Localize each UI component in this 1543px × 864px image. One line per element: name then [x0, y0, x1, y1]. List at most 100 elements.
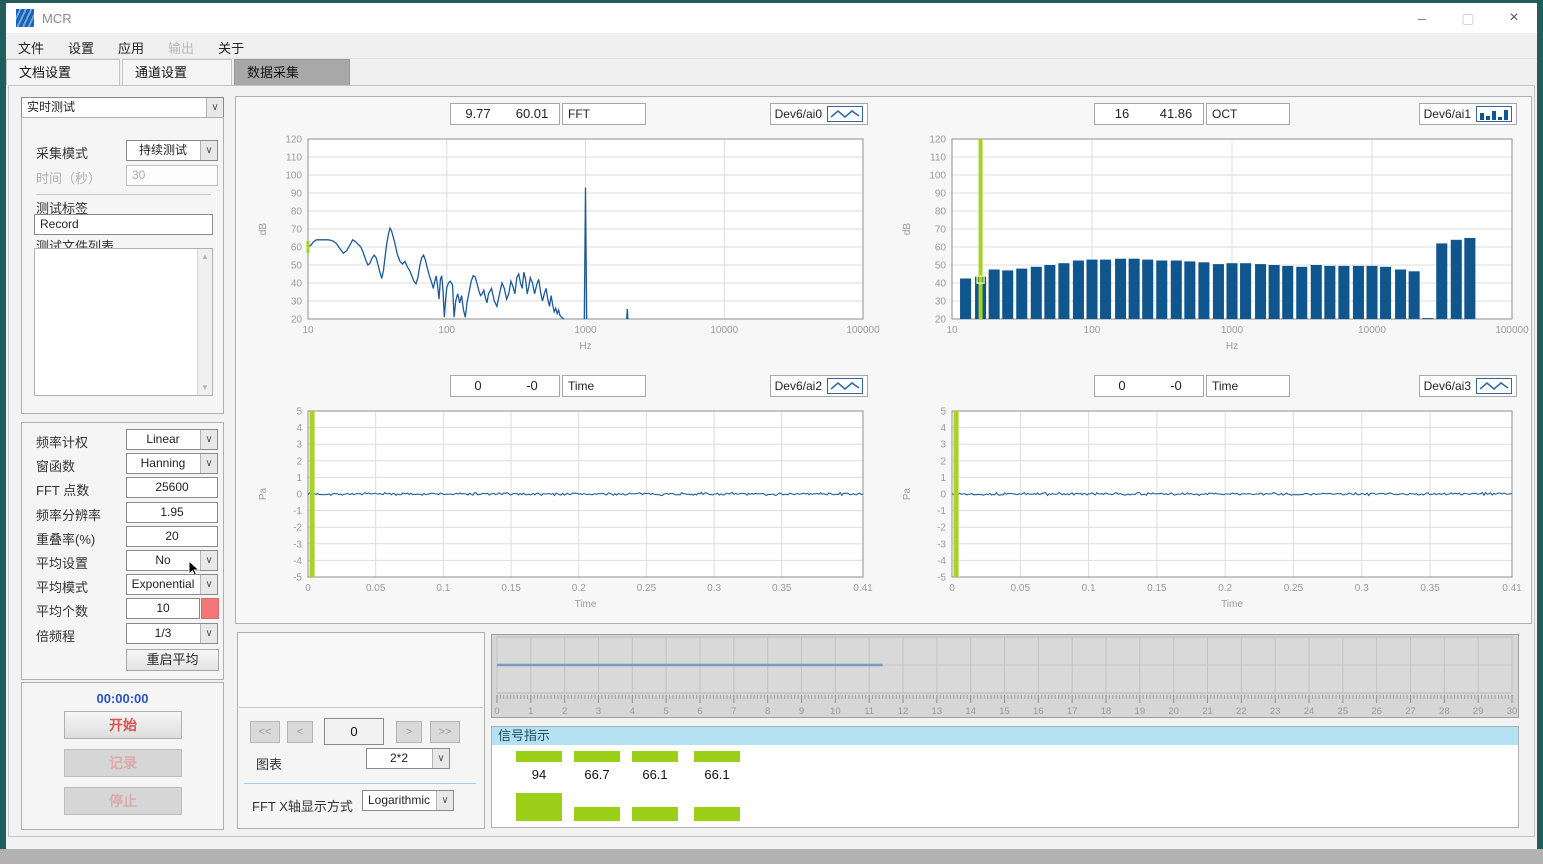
svg-text:14: 14: [965, 706, 976, 717]
signal-level-bar: [694, 751, 740, 762]
svg-text:dB: dB: [258, 223, 269, 236]
window-bottom-edge: [0, 849, 1543, 864]
tab-2[interactable]: 通道设置: [122, 59, 232, 85]
chart-plot[interactable]: 2030405060708090100110120101001000100001…: [884, 129, 1529, 369]
svg-text:2: 2: [940, 456, 946, 467]
test-file-list[interactable]: ▲ ▼: [34, 248, 213, 396]
svg-text:110: 110: [930, 153, 946, 164]
test-label-input[interactable]: Record: [34, 214, 213, 235]
svg-text:0: 0: [940, 490, 946, 501]
chevron-down-icon[interactable]: ∨: [432, 749, 449, 768]
param-input[interactable]: 1.95: [126, 502, 218, 523]
menu-item[interactable]: 应用: [106, 33, 156, 62]
svg-text:11: 11: [864, 706, 874, 717]
record-timeline[interactable]: 0123456789101112131415161718192021222324…: [491, 634, 1519, 718]
svg-text:90: 90: [935, 189, 947, 200]
chevron-down-icon[interactable]: ∨: [200, 575, 217, 594]
nav-prev-button[interactable]: <: [287, 721, 313, 743]
param-select[interactable]: 1/3∨: [126, 623, 218, 644]
warning-flag: [201, 598, 219, 619]
param-select[interactable]: Linear∨: [126, 429, 218, 450]
svg-text:3: 3: [940, 440, 946, 451]
chart-plot[interactable]: 2030405060708090100110120101001000100001…: [240, 129, 880, 369]
svg-text:dB: dB: [902, 223, 913, 236]
svg-text:-4: -4: [293, 556, 302, 567]
chevron-down-icon[interactable]: ∨: [206, 98, 223, 117]
start-button[interactable]: 开始: [64, 711, 182, 739]
scroll-down-icon[interactable]: ▼: [198, 380, 212, 395]
record-button[interactable]: 记录: [64, 749, 182, 777]
measure-mode-select[interactable]: 实时测试 ∨: [21, 97, 224, 118]
svg-text:15: 15: [999, 706, 1010, 717]
elapsed-timer: 00:00:00: [22, 691, 223, 706]
svg-text:4: 4: [630, 706, 635, 717]
signal-indicator-title: 信号指示: [492, 727, 1518, 745]
chevron-down-icon[interactable]: ∨: [200, 624, 217, 643]
restart-average-button[interactable]: 重启平均: [126, 649, 219, 671]
param-select[interactable]: Exponential∨: [126, 574, 218, 595]
signal-level-bar: [516, 751, 562, 762]
svg-text:70: 70: [935, 225, 947, 236]
svg-text:10000: 10000: [1358, 325, 1386, 336]
svg-text:19: 19: [1135, 706, 1146, 717]
chart-layout-select[interactable]: 2*2 ∨: [366, 748, 450, 769]
divider: [36, 194, 211, 195]
param-label: 频率分辨率: [36, 505, 101, 524]
minimize-button[interactable]: –: [1399, 3, 1445, 33]
svg-text:1000: 1000: [1221, 325, 1244, 336]
param-input[interactable]: 25600: [126, 477, 218, 498]
svg-text:0.35: 0.35: [772, 583, 792, 594]
svg-text:60: 60: [291, 243, 303, 254]
nav-last-button[interactable]: >>: [430, 721, 460, 743]
svg-text:21: 21: [1202, 706, 1213, 717]
channel-box[interactable]: Dev6/ai2: [770, 375, 868, 397]
nav-first-button[interactable]: <<: [250, 721, 280, 743]
channel-box[interactable]: Dev6/ai3: [1419, 375, 1517, 397]
tab-3[interactable]: 数据采集: [234, 59, 350, 85]
chevron-down-icon[interactable]: ∨: [200, 430, 217, 449]
chart-plot[interactable]: -5-4-3-2-101234500.050.10.150.20.250.30.…: [884, 401, 1529, 621]
svg-text:0.05: 0.05: [1011, 583, 1031, 594]
param-input[interactable]: 10: [126, 598, 200, 619]
menu-item[interactable]: 设置: [56, 33, 106, 62]
param-input[interactable]: 20: [126, 526, 218, 547]
time-seconds-input[interactable]: 30: [126, 165, 218, 186]
channel-box[interactable]: Dev6/ai0: [770, 103, 868, 125]
scroll-up-icon[interactable]: ▲: [198, 249, 212, 264]
fft-xaxis-select[interactable]: Logarithmic ∨: [362, 790, 454, 811]
svg-text:0.41: 0.41: [853, 583, 873, 594]
line-chart-icon: [827, 378, 863, 394]
svg-text:1: 1: [528, 706, 533, 717]
svg-text:25: 25: [1338, 706, 1349, 717]
chevron-down-icon[interactable]: ∨: [200, 454, 217, 473]
menu-item: 输出: [156, 33, 206, 62]
param-select[interactable]: Hanning∨: [126, 453, 218, 474]
svg-text:1: 1: [296, 473, 302, 484]
svg-text:30: 30: [1507, 706, 1518, 717]
nav-index-field[interactable]: 0: [324, 718, 384, 745]
acq-mode-select[interactable]: 持续测试 ∨: [126, 140, 218, 161]
menu-item[interactable]: 文件: [6, 33, 56, 62]
close-button[interactable]: ×: [1491, 3, 1537, 33]
chart-plot[interactable]: -5-4-3-2-101234500.050.10.150.20.250.30.…: [240, 401, 880, 621]
stop-button[interactable]: 停止: [64, 787, 182, 815]
tab-1[interactable]: 文档设置: [6, 59, 120, 85]
chevron-down-icon[interactable]: ∨: [200, 551, 217, 570]
channel-box[interactable]: Dev6/ai1: [1419, 103, 1517, 125]
svg-text:50: 50: [935, 261, 947, 272]
svg-text:0.25: 0.25: [637, 583, 657, 594]
maximize-button[interactable]: ▢: [1445, 3, 1491, 33]
svg-text:29: 29: [1473, 706, 1484, 717]
menu-item[interactable]: 关于: [206, 33, 256, 62]
scrollbar[interactable]: ▲ ▼: [197, 249, 212, 395]
chevron-down-icon[interactable]: ∨: [200, 141, 217, 160]
param-label: 重叠率(%): [36, 529, 95, 548]
param-select[interactable]: No∨: [126, 550, 218, 571]
svg-text:2: 2: [296, 456, 302, 467]
svg-text:80: 80: [935, 207, 947, 218]
nav-next-button[interactable]: >: [396, 721, 422, 743]
chart-type-box: Time: [1206, 375, 1290, 397]
signal-level-value: 66.1: [687, 767, 747, 782]
chevron-down-icon[interactable]: ∨: [436, 791, 453, 810]
chart-layout-label: 图表: [256, 754, 282, 773]
